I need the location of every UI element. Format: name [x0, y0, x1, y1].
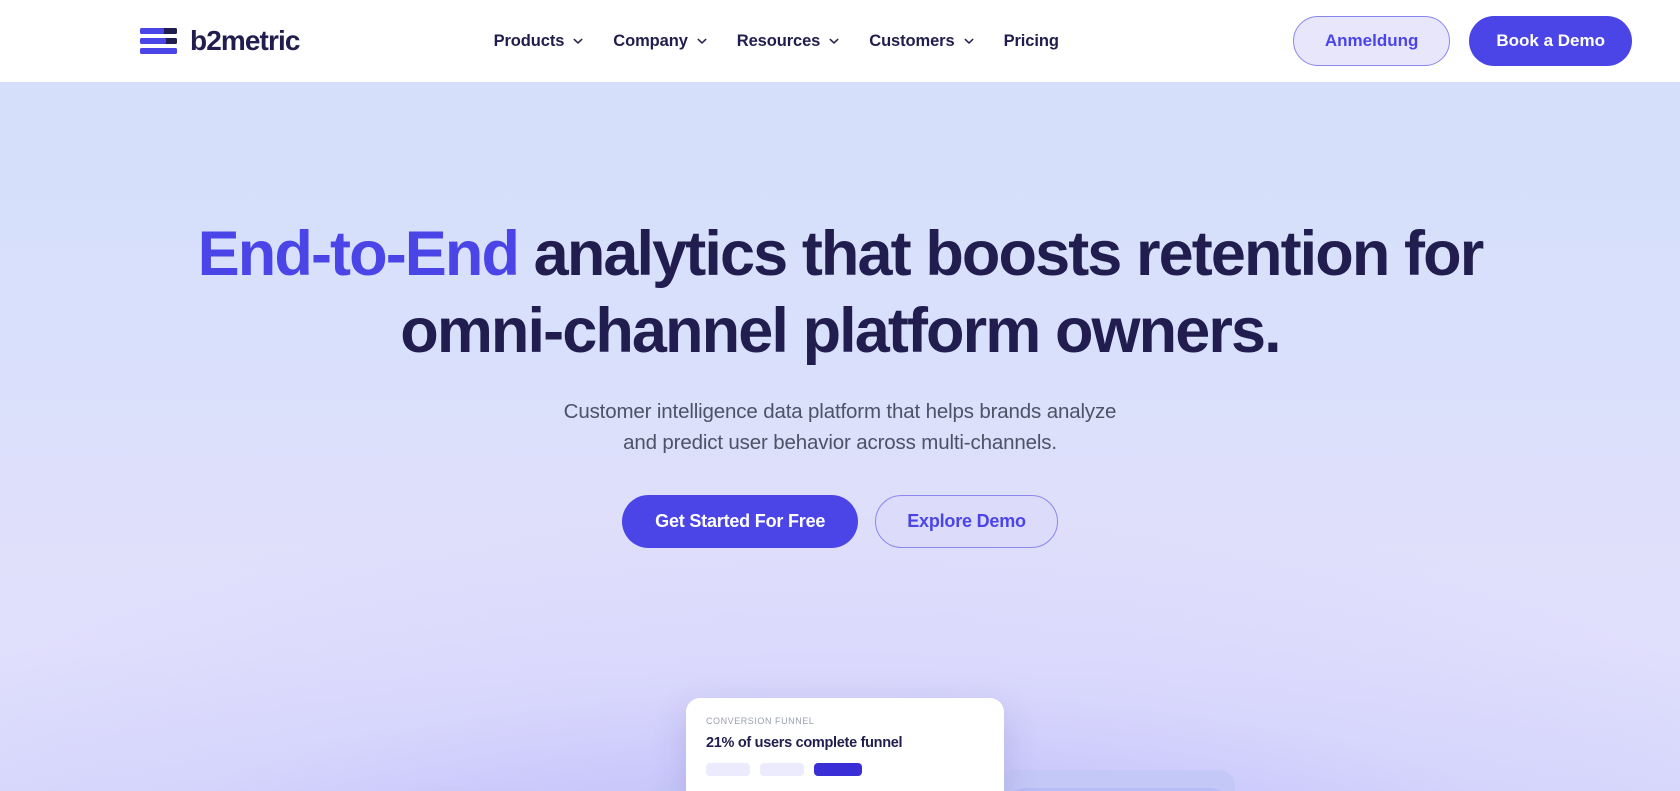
header-actions: Anmeldung Book a Demo: [1292, 16, 1632, 66]
funnel-chip-active[interactable]: [814, 763, 862, 776]
hero-subheading: Customer intelligence data platform that…: [0, 396, 1680, 458]
primary-navigation: Products Company Resources Customers Pri…: [260, 32, 1293, 51]
nav-item-products[interactable]: Products: [494, 32, 584, 51]
chevron-down-icon: [829, 36, 839, 46]
funnel-chip[interactable]: [706, 763, 750, 776]
get-started-button[interactable]: Get Started For Free: [622, 495, 859, 549]
chevron-down-icon: [697, 36, 707, 46]
conversion-funnel-card: CONVERSION FUNNEL 21% of users complete …: [686, 698, 1004, 791]
site-header: b2metric Products Company Resources Cust…: [0, 0, 1680, 82]
nav-item-company[interactable]: Company: [613, 31, 707, 51]
hero-content: End-to-End analytics that boosts retenti…: [0, 82, 1680, 549]
funnel-chip[interactable]: [760, 763, 804, 776]
nav-item-customers[interactable]: Customers: [869, 31, 974, 51]
header-inner: b2metric Products Company Resources Cust…: [0, 0, 1680, 82]
nav-label: Customers: [869, 31, 955, 50]
book-demo-button[interactable]: Book a Demo: [1469, 16, 1632, 66]
hero-cta-row: Get Started For Free Explore Demo: [0, 495, 1680, 549]
page-title: End-to-End analytics that boosts retenti…: [130, 216, 1550, 370]
subhead-line-2: and predict user behavior across multi-c…: [623, 430, 1057, 454]
chevron-down-icon: [964, 36, 974, 46]
funnel-step-chips: [706, 763, 984, 776]
headline-rest: analytics that boosts retention for omni…: [400, 219, 1484, 366]
subhead-line-1: Customer intelligence data platform that…: [563, 399, 1117, 423]
nav-label: Pricing: [1003, 31, 1059, 50]
card-eyebrow: CONVERSION FUNNEL: [706, 716, 815, 726]
explore-demo-button[interactable]: Explore Demo: [875, 495, 1058, 549]
nav-label: Products: [493, 31, 565, 50]
nav-label: Resources: [736, 31, 821, 50]
hero-section: End-to-End analytics that boosts retenti…: [0, 82, 1680, 791]
nav-item-resources[interactable]: Resources: [737, 32, 839, 51]
card-header: CONVERSION FUNNEL 21% of users complete …: [686, 698, 1004, 776]
card-title: 21% of users complete funnel: [706, 735, 903, 751]
login-button[interactable]: Anmeldung: [1292, 16, 1451, 66]
hero-visual: CONVERSION FUNNEL 21% of users complete …: [0, 698, 1680, 791]
chevron-down-icon: [573, 36, 583, 46]
headline-accent: End-to-End: [197, 219, 520, 289]
nav-item-pricing[interactable]: Pricing: [1004, 32, 1059, 51]
nav-label: Company: [613, 31, 688, 50]
b2metric-bars-logo-icon: [140, 26, 177, 57]
